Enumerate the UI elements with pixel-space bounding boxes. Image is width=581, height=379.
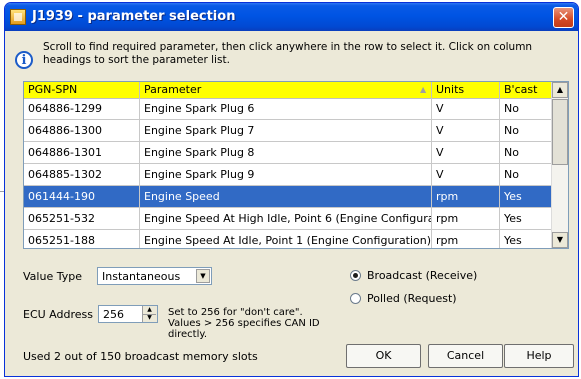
table-row[interactable]: 064885-1302 Engine Spark Plug 9 V No — [24, 164, 552, 186]
cell-bcast: Yes — [500, 230, 552, 248]
cell-pgn-spn: 064886-1301 — [24, 142, 140, 163]
cell-units: rpm — [432, 230, 500, 248]
ecu-address-note: Set to 256 for "don't care". Values > 25… — [168, 307, 320, 340]
column-header-parameter[interactable]: Parameter — [140, 82, 432, 98]
cell-units: V — [432, 98, 500, 119]
ecu-note-line-1: Set to 256 for "don't care". — [168, 307, 303, 318]
table-row[interactable]: 065251-532 Engine Speed At High Idle, Po… — [24, 208, 552, 230]
column-header-units[interactable]: Units — [432, 82, 500, 98]
app-icon — [10, 9, 26, 25]
sort-ascending-icon: ▲ — [420, 85, 427, 94]
ecu-address-value[interactable]: 256 — [103, 307, 124, 322]
cell-bcast: No — [500, 164, 552, 185]
cell-pgn-spn: 065251-532 — [24, 208, 140, 229]
scroll-down-button[interactable]: ▼ — [552, 232, 568, 248]
table-row[interactable]: 064886-1301 Engine Spark Plug 8 V No — [24, 142, 552, 164]
cell-units: rpm — [432, 186, 500, 207]
table-scrollbar[interactable]: ▲ ▼ — [551, 82, 568, 248]
ecu-note-line-2: Values > 256 specifies CAN ID — [168, 318, 320, 329]
ok-button[interactable]: OK — [346, 344, 421, 368]
spin-buttons: ▲ ▼ — [142, 306, 157, 322]
cell-bcast: No — [500, 120, 552, 141]
cell-pgn-spn: 064885-1302 — [24, 164, 140, 185]
column-header-pgn-spn[interactable]: PGN-SPN — [24, 82, 140, 98]
cell-pgn-spn: 065251-188 — [24, 230, 140, 248]
cell-bcast: No — [500, 98, 552, 119]
info-icon: i — [15, 51, 33, 69]
memory-status-text: Used 2 out of 150 broadcast memory slots — [23, 350, 258, 363]
cell-pgn-spn: 064886-1299 — [24, 98, 140, 119]
cell-bcast: Yes — [500, 186, 552, 207]
chevron-down-icon[interactable]: ▼ — [196, 269, 210, 283]
cell-units: V — [432, 164, 500, 185]
cell-parameter: Engine Speed At Idle, Point 1 (Engine Co… — [140, 230, 432, 248]
cell-pgn-spn: 064886-1300 — [24, 120, 140, 141]
help-button[interactable]: Help — [504, 344, 574, 368]
close-button[interactable]: ✕ — [553, 7, 574, 28]
cell-units: V — [432, 120, 500, 141]
ecu-address-stepper[interactable]: 256 ▲ ▼ — [98, 305, 158, 323]
value-type-label: Value Type — [23, 270, 82, 283]
window-title: J1939 - parameter selection — [32, 9, 236, 24]
value-type-select[interactable]: Instantaneous ▼ — [97, 267, 212, 285]
polled-radio-label[interactable]: Polled (Request) — [367, 292, 457, 305]
cell-pgn-spn: 061444-190 — [24, 186, 140, 207]
table-header: PGN-SPN Parameter ▲ Units B'cast — [24, 82, 552, 99]
cell-parameter: Engine Spark Plug 8 — [140, 142, 432, 163]
instructions-text: Scroll to find required parameter, then … — [43, 41, 533, 66]
cell-units: V — [432, 142, 500, 163]
scroll-up-button[interactable]: ▲ — [552, 82, 568, 98]
cell-parameter: Engine Spark Plug 6 — [140, 98, 432, 119]
polled-radio[interactable] — [350, 293, 361, 304]
cancel-button[interactable]: Cancel — [428, 344, 503, 368]
broadcast-radio[interactable] — [350, 270, 361, 281]
table-row-selected[interactable]: 061444-190 Engine Speed rpm Yes — [24, 186, 552, 208]
cell-bcast: No — [500, 142, 552, 163]
cell-parameter: Engine Speed At High Idle, Point 6 (Engi… — [140, 208, 432, 229]
table-row[interactable]: 064886-1300 Engine Spark Plug 7 V No — [24, 120, 552, 142]
cell-bcast: Yes — [500, 208, 552, 229]
cell-parameter: Engine Spark Plug 9 — [140, 164, 432, 185]
table-row[interactable]: 065251-188 Engine Speed At Idle, Point 1… — [24, 230, 552, 248]
value-type-selected: Instantaneous — [102, 270, 181, 283]
cell-parameter: Engine Spark Plug 7 — [140, 120, 432, 141]
dialog-window: J1939 - parameter selection ✕ i Scroll t… — [4, 2, 579, 377]
spin-down-button[interactable]: ▼ — [143, 314, 156, 322]
scroll-thumb[interactable] — [552, 99, 568, 165]
title-bar[interactable]: J1939 - parameter selection ✕ — [5, 3, 578, 31]
parameter-table: PGN-SPN Parameter ▲ Units B'cast 064886-… — [23, 81, 569, 249]
broadcast-radio-label[interactable]: Broadcast (Receive) — [367, 269, 477, 282]
table-row[interactable]: 064886-1299 Engine Spark Plug 6 V No — [24, 98, 552, 120]
ecu-note-line-3: directly. — [168, 329, 208, 340]
cell-parameter: Engine Speed — [140, 186, 432, 207]
column-header-bcast[interactable]: B'cast — [500, 82, 552, 98]
cell-units: rpm — [432, 208, 500, 229]
ecu-address-label: ECU Address — [23, 308, 93, 321]
